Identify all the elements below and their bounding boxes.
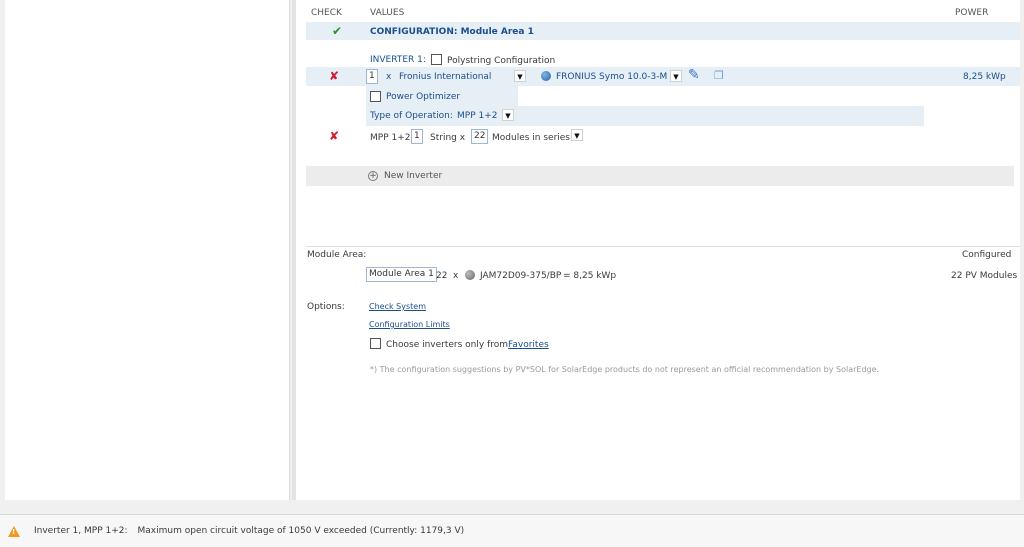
module-name: JAM72D09-375/BP xyxy=(480,271,562,281)
warning-icon: ! xyxy=(8,525,20,537)
manufacturer-select[interactable]: Fronius International xyxy=(399,72,491,82)
left-pane xyxy=(5,0,290,500)
inverter-count-input[interactable]: 1 xyxy=(366,69,378,84)
modules-count-input[interactable]: 22 xyxy=(471,129,489,144)
type-of-operation-label: Type of Operation: xyxy=(370,111,453,121)
model-dropdown-arrow[interactable]: ▼ xyxy=(670,70,682,82)
mpp-dropdown-arrow[interactable]: ▼ xyxy=(571,129,583,141)
favorites-link[interactable]: Favorites xyxy=(508,340,549,350)
module-count: 22 xyxy=(436,271,448,281)
mpp-error-cross-icon: ✘ xyxy=(329,129,340,143)
column-header-power: POWER xyxy=(955,8,989,18)
manufacturer-dropdown-arrow[interactable]: ▼ xyxy=(514,70,526,82)
inverter-power: 8,25 kWp xyxy=(963,72,1006,82)
options-label: Options: xyxy=(307,302,345,312)
error-cross-icon: ✘ xyxy=(329,69,340,83)
string-x-label: String x xyxy=(430,133,466,143)
polystring-label: Polystring Configuration xyxy=(447,56,556,66)
module-area-label: Module Area: xyxy=(307,250,367,260)
column-header-values: VALUES xyxy=(370,8,405,18)
mpp-label: MPP 1+2: xyxy=(370,133,414,143)
type-of-operation-dropdown-arrow[interactable]: ▼ xyxy=(502,109,514,121)
status-bar: ! Inverter 1, MPP 1+2: Maximum open circ… xyxy=(0,514,1024,547)
strings-count-input[interactable]: 1 xyxy=(411,129,423,144)
new-inverter-label: New Inverter xyxy=(384,171,443,181)
status-message: Maximum open circuit voltage of 1050 V e… xyxy=(137,526,465,536)
new-inverter-button[interactable]: + New Inverter xyxy=(306,166,1014,186)
configured-label: Configured xyxy=(962,250,1012,260)
check-system-link[interactable]: Check System xyxy=(369,302,426,311)
add-icon: + xyxy=(368,171,378,181)
module-info-icon[interactable] xyxy=(465,270,475,281)
configured-modules-value: 22 PV Modules xyxy=(951,271,1018,281)
bottom-gap xyxy=(0,500,1024,514)
type-of-operation-select[interactable]: MPP 1+2 xyxy=(457,111,497,121)
inverter-label: INVERTER 1: xyxy=(370,55,426,65)
module-x-label: x xyxy=(453,271,459,281)
polystring-checkbox[interactable] xyxy=(431,54,442,65)
solaredge-note: *) The configuration suggestions by PV*S… xyxy=(370,365,880,374)
ok-check-icon: ✔ xyxy=(332,24,343,38)
configuration-title: CONFIGURATION: Module Area 1 xyxy=(370,27,534,37)
copy-inverter-icon[interactable]: ❐ xyxy=(714,69,724,82)
favorites-checkbox[interactable] xyxy=(370,338,381,349)
module-area-power: = 8,25 kWp xyxy=(563,271,617,281)
power-optimizer-checkbox[interactable] xyxy=(370,91,381,102)
choose-inverters-label: Choose inverters only fromFavorites xyxy=(386,340,549,350)
separator xyxy=(306,246,1020,247)
column-header-check: CHECK xyxy=(311,8,342,18)
power-optimizer-label: Power Optimizer xyxy=(386,92,461,102)
modules-in-series-label: Modules in series xyxy=(492,133,570,143)
model-select[interactable]: FRONIUS Symo 10.0-3-M xyxy=(556,72,667,82)
inverter-x-label: x xyxy=(386,72,392,82)
edit-inverter-icon[interactable]: ✎ xyxy=(688,67,700,83)
status-source: Inverter 1, MPP 1+2: xyxy=(34,526,128,536)
module-area-name-box[interactable]: Module Area 1 xyxy=(366,267,437,282)
inverter-info-icon[interactable] xyxy=(541,71,551,82)
configuration-limits-link[interactable]: Configuration Limits xyxy=(369,320,450,329)
